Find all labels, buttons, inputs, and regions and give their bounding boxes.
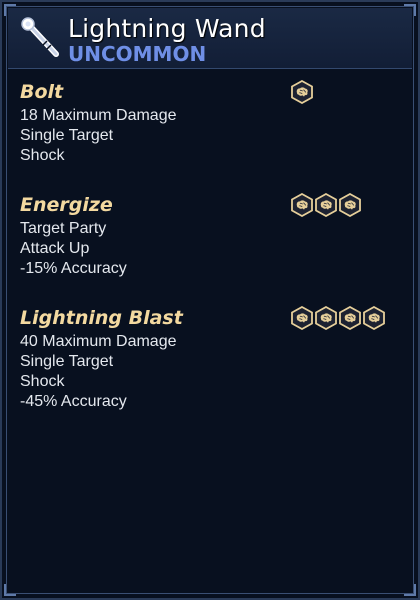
ability-cost bbox=[290, 306, 386, 330]
brain-icon bbox=[339, 306, 361, 330]
brain-icon bbox=[339, 193, 361, 217]
brain-icon bbox=[291, 306, 313, 330]
ability-bolt: Bolt 18 Maximum Damage Single Target Sho… bbox=[20, 80, 400, 166]
ability-stat: Shock bbox=[20, 147, 65, 164]
brain-icon bbox=[315, 193, 337, 217]
ability-stat: Single Target bbox=[20, 353, 114, 370]
item-header: Lightning Wand UNCOMMON bbox=[8, 8, 412, 69]
item-name: Lightning Wand bbox=[68, 14, 266, 43]
ability-stat: Attack Up bbox=[20, 240, 90, 257]
wand-icon bbox=[21, 17, 59, 57]
ability-name: Bolt bbox=[20, 81, 64, 103]
ability-cost bbox=[290, 193, 362, 217]
ability-stat: 18 Maximum Damage bbox=[20, 107, 177, 124]
brain-icon bbox=[315, 306, 337, 330]
corner-ornament bbox=[404, 584, 416, 596]
ability-cost bbox=[290, 80, 314, 104]
item-rarity: UNCOMMON bbox=[68, 42, 207, 66]
corner-ornament bbox=[4, 584, 16, 596]
ability-stat: Target Party bbox=[20, 220, 107, 237]
brain-icon bbox=[291, 80, 313, 104]
ability-stat: -45% Accuracy bbox=[20, 393, 127, 410]
ability-stat: Shock bbox=[20, 373, 65, 390]
brain-icon bbox=[291, 193, 313, 217]
ability-stat: 40 Maximum Damage bbox=[20, 333, 177, 350]
brain-icon bbox=[363, 306, 385, 330]
ability-stat: -15% Accuracy bbox=[20, 260, 127, 277]
ability-stat: Single Target bbox=[20, 127, 114, 144]
item-tooltip: Lightning Wand UNCOMMON Bolt 18 Maximum … bbox=[0, 0, 420, 600]
